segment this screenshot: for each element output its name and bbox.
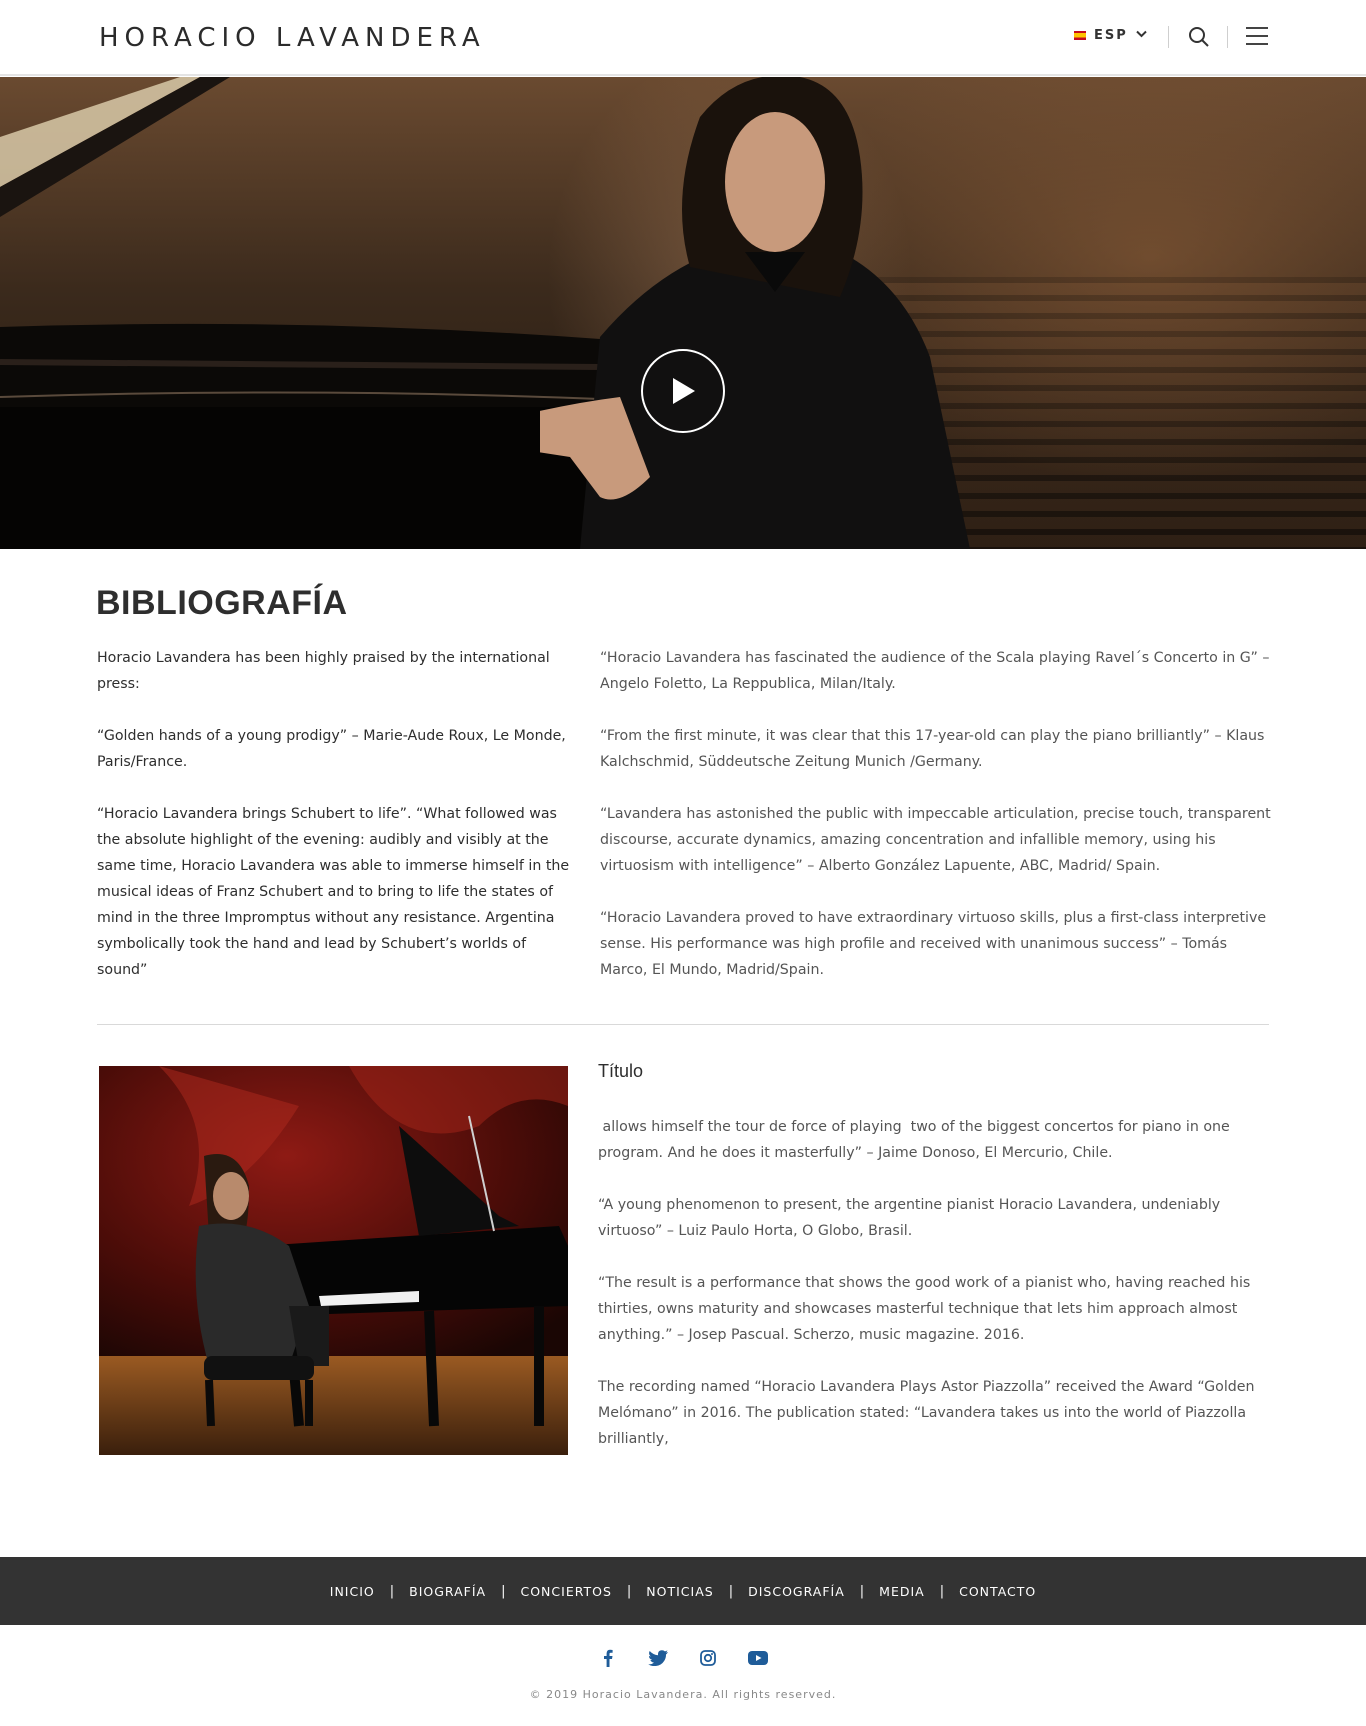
footer-link-media[interactable]: MEDIA bbox=[879, 1584, 925, 1599]
quote-paragraph: Horacio Lavandera has been highly praise… bbox=[97, 650, 550, 692]
footer-nav: INICIO | BIOGRAFÍA | CONCIERTOS | NOTICI… bbox=[0, 1557, 1366, 1625]
language-selector[interactable]: ESP bbox=[1074, 28, 1147, 43]
press-quotes-column: allows himself the tour de force of play… bbox=[598, 1114, 1270, 1478]
nav-separator: | bbox=[939, 1583, 945, 1599]
quote-paragraph: “Horacio Lavandera proved to have extrao… bbox=[600, 910, 1267, 978]
nav-separator: | bbox=[728, 1583, 734, 1599]
quote-paragraph: “From the first minute, it was clear tha… bbox=[600, 728, 1265, 770]
copyright-text: © 2019 Horacio Lavandera. All rights res… bbox=[529, 1688, 837, 1701]
social-links bbox=[0, 1648, 1366, 1668]
play-button[interactable] bbox=[641, 349, 725, 433]
nav-separator: | bbox=[389, 1583, 395, 1599]
spain-flag-icon bbox=[1074, 31, 1086, 40]
play-icon bbox=[673, 378, 695, 404]
grand-piano-image bbox=[0, 77, 601, 549]
search-icon[interactable] bbox=[1188, 26, 1210, 48]
nav-separator: | bbox=[501, 1583, 506, 1599]
footer-link-noticias[interactable]: NOTICIAS bbox=[646, 1584, 713, 1599]
footer-link-conciertos[interactable]: CONCIERTOS bbox=[520, 1584, 611, 1599]
instagram-icon[interactable] bbox=[698, 1648, 718, 1668]
footer-link-biografia[interactable]: BIOGRAFÍA bbox=[409, 1584, 486, 1599]
facebook-icon[interactable] bbox=[598, 1648, 618, 1668]
header-divider bbox=[1227, 26, 1228, 48]
hero-video[interactable] bbox=[0, 77, 1366, 549]
quote-paragraph: “Lavandera has astonished the public wit… bbox=[600, 806, 1271, 874]
quote-paragraph: “The result is a performance that shows … bbox=[598, 1275, 1251, 1343]
bibliography-right-column: “Horacio Lavandera has fascinated the au… bbox=[600, 645, 1272, 1009]
nav-separator: | bbox=[859, 1583, 865, 1599]
footer-link-inicio[interactable]: INICIO bbox=[330, 1584, 375, 1599]
bibliography-left-column: Horacio Lavandera has been highly praise… bbox=[97, 645, 572, 1009]
pianist-on-stage-photo bbox=[99, 1066, 568, 1455]
chevron-down-icon bbox=[1136, 28, 1147, 41]
language-label: ESP bbox=[1094, 28, 1128, 43]
site-header: HORACIO LAVANDERA ESP bbox=[0, 0, 1366, 76]
quote-paragraph: “A young phenomenon to present, the arge… bbox=[598, 1197, 1221, 1239]
quote-paragraph: “Horacio Lavandera brings Schubert to li… bbox=[97, 806, 570, 978]
footer-link-discografia[interactable]: DISCOGRAFÍA bbox=[748, 1584, 845, 1599]
quote-paragraph: allows himself the tour de force of play… bbox=[598, 1119, 1235, 1161]
hamburger-menu-icon[interactable] bbox=[1246, 27, 1268, 47]
quote-paragraph: “Horacio Lavandera has fascinated the au… bbox=[600, 650, 1270, 692]
quote-paragraph: The recording named “Horacio Lavandera P… bbox=[598, 1379, 1255, 1447]
twitter-icon[interactable] bbox=[648, 1648, 668, 1668]
section-title: BIBLIOGRAFÍA bbox=[96, 584, 348, 622]
youtube-icon[interactable] bbox=[748, 1648, 768, 1668]
site-logo[interactable]: HORACIO LAVANDERA bbox=[99, 23, 486, 53]
nav-separator: | bbox=[626, 1583, 632, 1599]
quote-paragraph: “Golden hands of a young prodigy” – Mari… bbox=[97, 728, 566, 770]
section-divider bbox=[97, 1024, 1269, 1025]
subsection-title: Título bbox=[598, 1061, 644, 1081]
header-divider bbox=[1168, 26, 1169, 48]
footer-link-contacto[interactable]: CONTACTO bbox=[959, 1584, 1036, 1599]
pianist-portrait bbox=[540, 77, 970, 549]
